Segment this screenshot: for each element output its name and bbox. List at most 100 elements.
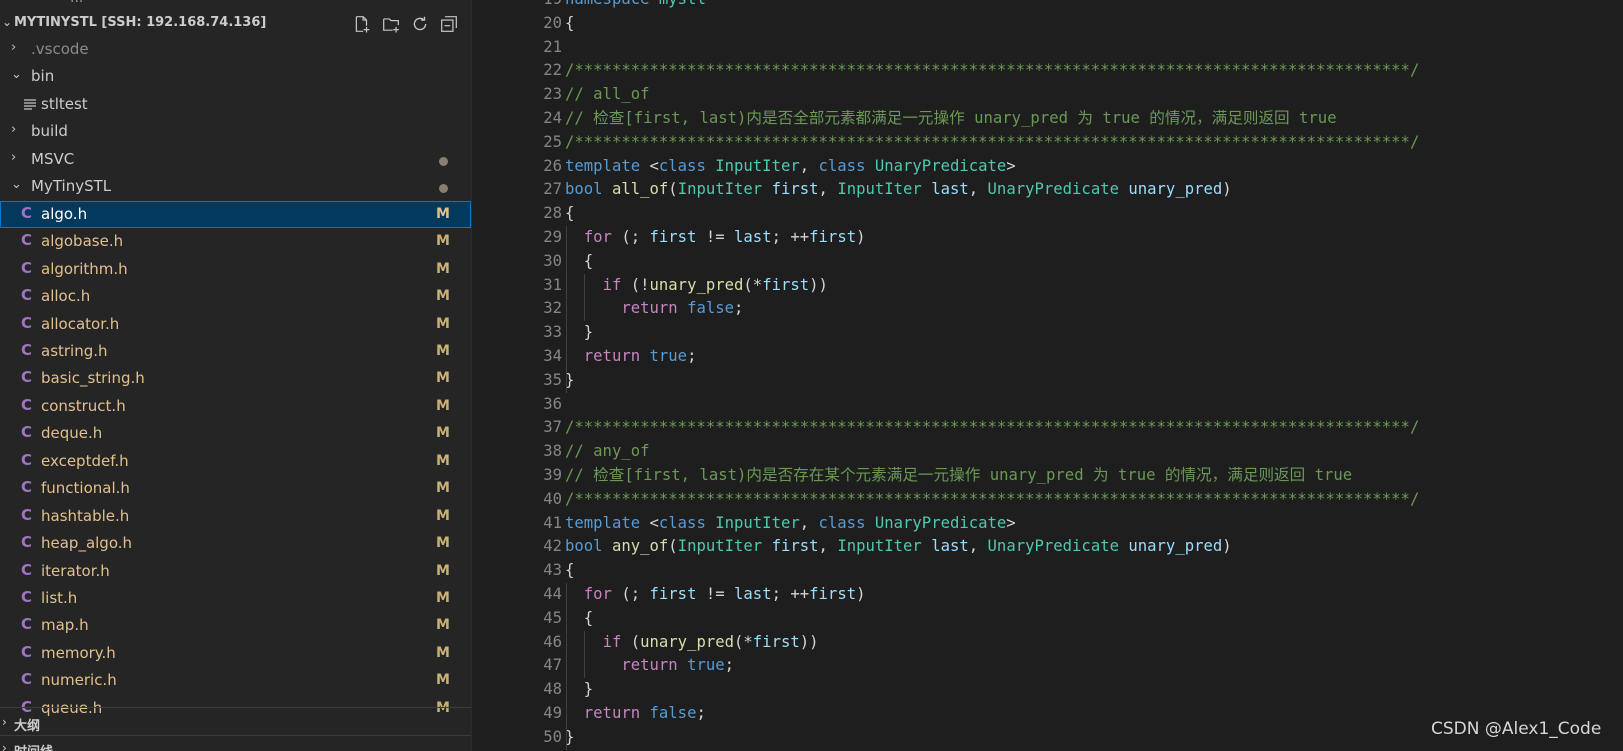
code-line[interactable]: 45 {	[472, 607, 1623, 631]
tree-item-label[interactable]: iterator.h	[41, 562, 110, 580]
tree-file[interactable]: Callocator.h M	[0, 311, 471, 338]
tree-item-label[interactable]: list.h	[41, 589, 77, 607]
tree-item-label[interactable]: construct.h	[41, 397, 126, 415]
new-folder-icon[interactable]	[380, 13, 402, 35]
tree-file[interactable]: Cheap_algo.h M	[0, 530, 471, 557]
code-line[interactable]: 31 if (!unary_pred(*first))	[472, 274, 1623, 298]
code-line[interactable]: 29 for (; first != last; ++first)	[472, 226, 1623, 250]
outline-panel-header[interactable]: › 大纲	[0, 711, 471, 735]
tree-item-label[interactable]: memory.h	[41, 644, 116, 662]
code-line[interactable]: 23// all_of	[472, 83, 1623, 107]
tree-file[interactable]: Citerator.h M	[0, 558, 471, 585]
chevron-right-icon[interactable]: ›	[11, 150, 16, 165]
code-line[interactable]: 41 template <class InputIter, class Unary…	[472, 512, 1623, 536]
code-line[interactable]: 43{	[472, 559, 1623, 583]
code-text[interactable]: /***************************************…	[565, 59, 1419, 83]
tree-item-label[interactable]: alloc.h	[41, 287, 90, 305]
code-line[interactable]: 30 {	[472, 250, 1623, 274]
tree-item-label[interactable]: algobase.h	[41, 232, 123, 250]
tree-item-label[interactable]: allocator.h	[41, 315, 119, 333]
code-text[interactable]: return true;	[565, 654, 734, 678]
code-text[interactable]: // any_of	[565, 440, 650, 464]
code-text[interactable]: template <class InputIter, class UnaryPr…	[565, 155, 1016, 179]
tree-item-label[interactable]: map.h	[41, 616, 89, 634]
code-text[interactable]: {	[565, 607, 593, 631]
tree-item-label[interactable]: numeric.h	[41, 671, 117, 689]
new-file-icon[interactable]	[351, 13, 373, 35]
timeline-title[interactable]: 时间线	[14, 741, 53, 751]
tree-file[interactable]: Cnumeric.h M	[0, 667, 471, 694]
tree-folder[interactable]: › MSVC	[0, 146, 471, 173]
tree-item-label[interactable]: stltest	[41, 95, 88, 113]
tree-folder[interactable]: › build	[0, 118, 471, 145]
tree-item-label[interactable]: algo.h	[41, 205, 87, 223]
refresh-icon[interactable]	[409, 13, 431, 35]
tree-file[interactable]: Cexceptdef.h M	[0, 448, 471, 475]
code-line[interactable]: 47 return true;	[472, 654, 1623, 678]
tree-file[interactable]: Clist.h M	[0, 585, 471, 612]
code-text[interactable]: /***************************************…	[565, 488, 1419, 512]
tree-file[interactable]: Calloc.h M	[0, 283, 471, 310]
code-text[interactable]: return false;	[565, 702, 706, 726]
code-line[interactable]: 35}	[472, 369, 1623, 393]
tree-file[interactable]: Cconstruct.h M	[0, 393, 471, 420]
tree-file[interactable]: stltest	[0, 91, 471, 118]
code-line[interactable]: 46 if (unary_pred(*first))	[472, 631, 1623, 655]
code-line[interactable]: 33 }	[472, 321, 1623, 345]
code-text[interactable]: {	[565, 559, 574, 583]
code-line[interactable]: 24// 检查[first, last)内是否全部元素都满足一元操作 unary…	[472, 107, 1623, 131]
tree-item-label[interactable]: heap_algo.h	[41, 534, 132, 552]
tree-file[interactable]: Castring.h M	[0, 338, 471, 365]
code-text[interactable]: return true;	[565, 345, 697, 369]
code-text[interactable]: return false;	[565, 297, 743, 321]
tree-file[interactable]: Calgo.h M	[0, 200, 471, 228]
tree-item-label[interactable]: MSVC	[31, 150, 74, 168]
tree-folder[interactable]: › .vscode	[0, 36, 471, 63]
collapse-all-icon[interactable]	[438, 13, 460, 35]
tree-file[interactable]: Cdeque.h M	[0, 420, 471, 447]
code-text[interactable]: }	[565, 678, 593, 702]
code-line[interactable]: 19namespace mystl	[472, 0, 1623, 12]
chevron-down-icon[interactable]: ⌄	[11, 67, 22, 82]
tree-file[interactable]: Cmemory.h M	[0, 640, 471, 667]
tree-item-label[interactable]: MyTinySTL	[31, 177, 111, 195]
tree-item-label[interactable]: hashtable.h	[41, 507, 129, 525]
code-line[interactable]: 22/*************************************…	[472, 59, 1623, 83]
timeline-panel-header[interactable]: › 时间线	[0, 737, 471, 751]
code-line[interactable]: 39// 检查[first, last)内是否存在某个元素满足一元操作 unar…	[472, 464, 1623, 488]
code-text[interactable]: /***************************************…	[565, 416, 1419, 440]
code-line[interactable]: 32 return false;	[472, 297, 1623, 321]
code-line[interactable]: 37/*************************************…	[472, 416, 1623, 440]
code-text[interactable]: if (unary_pred(*first))	[565, 631, 819, 655]
tree-file[interactable]: Cfunctional.h M	[0, 475, 471, 502]
code-line[interactable]: 42 bool any_of(InputIter first, InputIter…	[472, 535, 1623, 559]
code-line[interactable]: 48 }	[472, 678, 1623, 702]
code-text[interactable]: bool any_of(InputIter first, InputIter l…	[565, 535, 1232, 559]
code-editor[interactable]: 19namespace mystl20{2122/***************…	[472, 0, 1623, 751]
tree-item-label[interactable]: algorithm.h	[41, 260, 128, 278]
tree-file[interactable]: Calgorithm.h M	[0, 256, 471, 283]
code-line[interactable]: 20{	[472, 12, 1623, 36]
code-text[interactable]: /***************************************…	[565, 131, 1419, 155]
code-text[interactable]: {	[565, 12, 574, 36]
tree-file[interactable]: Cmap.h M	[0, 612, 471, 639]
chevron-right-icon[interactable]: ›	[2, 715, 7, 729]
code-line[interactable]: 36	[472, 393, 1623, 417]
workspace-title[interactable]: MYTINYSTL [SSH: 192.168.74.136]	[14, 15, 266, 30]
tree-item-label[interactable]: functional.h	[41, 479, 130, 497]
code-text[interactable]: for (; first != last; ++first)	[565, 583, 866, 607]
code-line[interactable]: 27 bool all_of(InputIter first, InputIter…	[472, 178, 1623, 202]
code-line[interactable]: 28{	[472, 202, 1623, 226]
tree-file[interactable]: Cbasic_string.h M	[0, 365, 471, 392]
code-line[interactable]: 44 for (; first != last; ++first)	[472, 583, 1623, 607]
tree-item-label[interactable]: build	[31, 122, 68, 140]
code-text[interactable]: // 检查[first, last)内是否全部元素都满足一元操作 unary_p…	[565, 107, 1337, 131]
tree-file[interactable]: Calgobase.h M	[0, 228, 471, 255]
code-text[interactable]: }	[565, 321, 593, 345]
code-text[interactable]: namespace mystl	[565, 0, 706, 12]
code-line[interactable]: 26 template <class InputIter, class Unary…	[472, 155, 1623, 179]
code-text[interactable]: {	[565, 202, 574, 226]
chevron-down-icon[interactable]: ⌄	[2, 15, 12, 29]
chevron-right-icon[interactable]: ›	[11, 40, 16, 55]
code-text[interactable]: {	[565, 250, 593, 274]
